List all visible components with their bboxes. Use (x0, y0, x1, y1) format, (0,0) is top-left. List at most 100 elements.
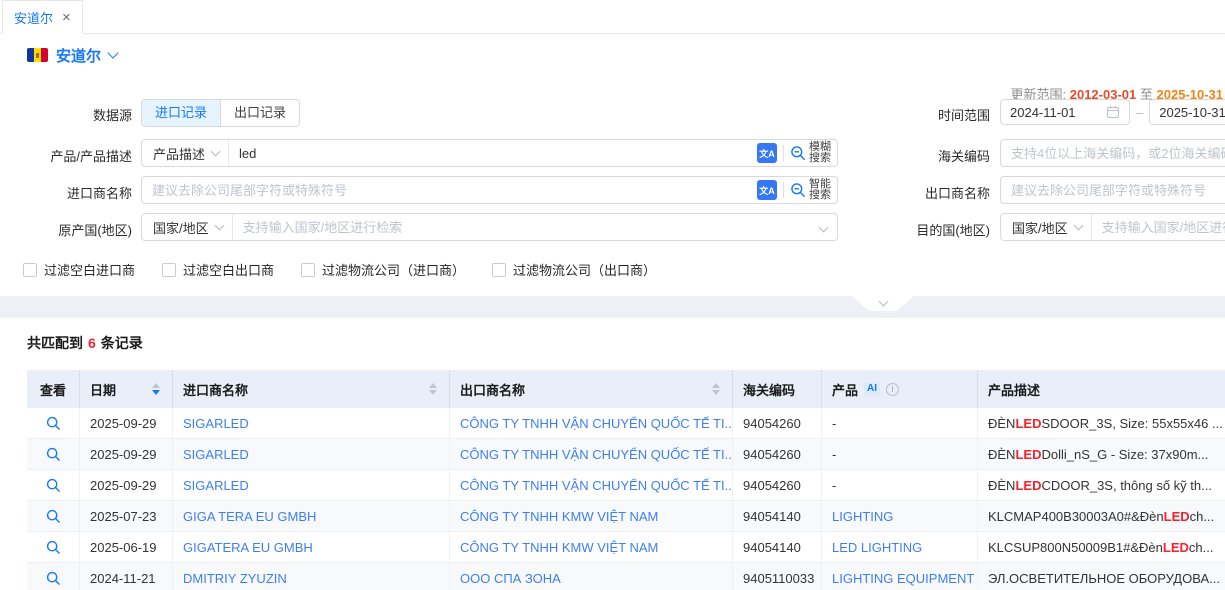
filter-checkbox[interactable]: 过滤物流公司（出口商） (492, 260, 656, 279)
exporter-link[interactable]: CÔNG TY TNHH VẬN CHUYỂN QUỐC TẾ TI... (460, 447, 733, 462)
checkbox-label: 过滤物流公司（进口商） (322, 260, 465, 279)
tab-bar: 安道尔 × (0, 0, 1225, 34)
data-source-toggle: 进口记录 出口记录 (141, 99, 300, 127)
search-icon (790, 182, 806, 198)
importer-input[interactable] (142, 183, 757, 198)
exporter-cell: CÔNG TY TNHH VẬN CHUYỂN QUỐC TẾ TI... (450, 408, 733, 438)
close-icon[interactable]: × (62, 10, 71, 25)
product-category-link[interactable]: LIGHTING EQUIPMENT (832, 571, 974, 586)
importer-search-tools: 文A 智能 搜索 (757, 179, 837, 201)
exporter-link[interactable]: CÔNG TY TNHH VẬN CHUYỂN QUỐC TẾ TI... (460, 416, 733, 431)
translate-icon[interactable]: 文A (757, 180, 777, 200)
filter-checkbox[interactable]: 过滤空白进口商 (23, 260, 135, 279)
hs-code-input[interactable] (1001, 146, 1225, 161)
column-header-view: 查看 (27, 370, 80, 408)
importer-search-group: 文A 智能 搜索 (141, 176, 838, 204)
exporter-link[interactable]: CÔNG TY TNHH VẬN CHUYỂN QUỐC TẾ TI... (460, 478, 733, 493)
filter-checkbox-row: 过滤空白进口商 过滤空白出口商 过滤物流公司（进口商） 过滤物流公司（出口商） (23, 260, 656, 279)
export-records-tab[interactable]: 出口记录 (220, 100, 299, 126)
importer-link[interactable]: DMITRIY ZYUZIN (183, 571, 287, 586)
checkbox-label: 过滤物流公司（出口商） (513, 260, 656, 279)
importer-link[interactable]: SIGARLED (183, 478, 249, 493)
date-to-input[interactable]: 2025-10-31 (1149, 99, 1225, 125)
checkbox-icon[interactable] (492, 263, 506, 277)
divider (783, 182, 784, 198)
destination-search-input[interactable] (1092, 220, 1225, 235)
view-record-button[interactable] (46, 416, 61, 431)
importer-cell: SIGARLED (173, 470, 450, 500)
checkbox-icon[interactable] (162, 263, 176, 277)
date-cell: 2025-07-23 (80, 501, 173, 531)
date-cell: 2025-09-29 (80, 408, 173, 438)
filter-checkbox[interactable]: 过滤空白出口商 (162, 260, 274, 279)
exporter-label: 出口商名称 (860, 183, 990, 202)
exporter-link[interactable]: CÔNG TY TNHH KMW VIỆT NAM (460, 509, 658, 524)
product-type-select[interactable]: 产品描述 (142, 140, 229, 166)
time-range-label: 时间范围 (860, 105, 990, 124)
fuzzy-search-button[interactable]: 模糊 搜索 (790, 142, 831, 164)
filter-checkbox[interactable]: 过滤物流公司（进口商） (301, 260, 465, 279)
exporter-input[interactable] (1001, 183, 1225, 198)
info-icon[interactable]: i (886, 383, 899, 396)
column-header-date[interactable]: 日期 (80, 370, 173, 408)
smart-search-button[interactable]: 智能 搜索 (790, 179, 831, 201)
translate-icon[interactable]: 文A (757, 143, 777, 163)
importer-link[interactable]: GIGA TERA EU GMBH (183, 509, 316, 524)
hs-code-label: 海关编码 (860, 146, 990, 165)
chevron-down-icon[interactable] (107, 47, 118, 58)
view-record-button[interactable] (46, 509, 61, 524)
destination-country-select[interactable]: 国家/地区 (1001, 214, 1092, 240)
exporter-link[interactable]: ООО СПА ЗОНА (460, 571, 561, 586)
sort-control[interactable] (429, 383, 437, 395)
collapse-panel-button[interactable] (852, 296, 914, 311)
exporter-cell: ООО СПА ЗОНА (450, 563, 733, 590)
product-description-cell: ЭЛ.ОСВЕТИТЕЛЬНОЕ ОБОРУДОВА... (978, 563, 1225, 590)
highlighted-keyword: LED (1163, 540, 1189, 555)
chevron-down-icon (1073, 220, 1083, 230)
sort-control[interactable] (152, 383, 160, 395)
product-search-group: 产品描述 文A 模糊 搜索 (141, 139, 838, 167)
product-description-cell: ĐÈN LED SDOOR_3S, Size: 55x55x46 ... (978, 408, 1225, 438)
country-header[interactable]: 安道尔 (27, 44, 117, 66)
checkbox-icon[interactable] (23, 263, 37, 277)
date-from-input[interactable]: 2024-11-01 (1000, 99, 1130, 125)
column-header-exporter[interactable]: 出口商名称 (450, 370, 733, 408)
import-records-tab[interactable]: 进口记录 (142, 100, 220, 126)
data-source-label: 数据源 (0, 105, 132, 124)
product-cell: - (822, 439, 978, 469)
search-icon (790, 145, 806, 161)
product-cell: LIGHTING EQUIPMENT (822, 563, 978, 590)
sort-control[interactable] (712, 383, 720, 395)
view-record-button[interactable] (46, 478, 61, 493)
divider (783, 145, 784, 161)
exporter-link[interactable]: CÔNG TY TNHH KMW VIỆT NAM (460, 540, 658, 555)
product-description-cell: ĐÈN LED CDOOR_3S, thông số kỹ th... (978, 470, 1225, 500)
column-header-importer[interactable]: 进口商名称 (173, 370, 450, 408)
view-record-button[interactable] (46, 571, 61, 586)
origin-country-select[interactable]: 国家/地区 (142, 214, 233, 240)
product-label: 产品/产品描述 (0, 146, 132, 165)
table-body: 2025-09-29 SIGARLED CÔNG TY TNHH VẬN CHUYỂ… (27, 408, 1225, 590)
product-category-link[interactable]: LIGHTING (832, 509, 893, 524)
destination-label: 目的国(地区) (860, 220, 990, 239)
origin-search-input[interactable] (233, 220, 820, 235)
chevron-down-icon (214, 220, 224, 230)
highlighted-keyword: LED (1164, 509, 1190, 524)
chevron-down-icon (819, 222, 829, 232)
product-category-link[interactable]: LED LIGHTING (832, 540, 922, 555)
hs-code-group (1000, 139, 1225, 167)
time-range-picker: 2024-11-01 – 2025-10-31 (1000, 99, 1225, 125)
highlighted-keyword: LED (1015, 416, 1041, 431)
view-record-button[interactable] (46, 540, 61, 555)
checkbox-icon[interactable] (301, 263, 315, 277)
view-cell (27, 408, 80, 438)
importer-link[interactable]: SIGARLED (183, 416, 249, 431)
view-record-button[interactable] (46, 447, 61, 462)
importer-link[interactable]: GIGATERA EU GMBH (183, 540, 313, 555)
tab-andorra[interactable]: 安道尔 × (2, 0, 83, 34)
importer-cell: SIGARLED (173, 439, 450, 469)
importer-label: 进口商名称 (0, 183, 132, 202)
importer-link[interactable]: SIGARLED (183, 447, 249, 462)
table-row: 2025-09-29 SIGARLED CÔNG TY TNHH VẬN CHUYỂ… (27, 408, 1225, 439)
product-search-input[interactable] (229, 146, 757, 161)
